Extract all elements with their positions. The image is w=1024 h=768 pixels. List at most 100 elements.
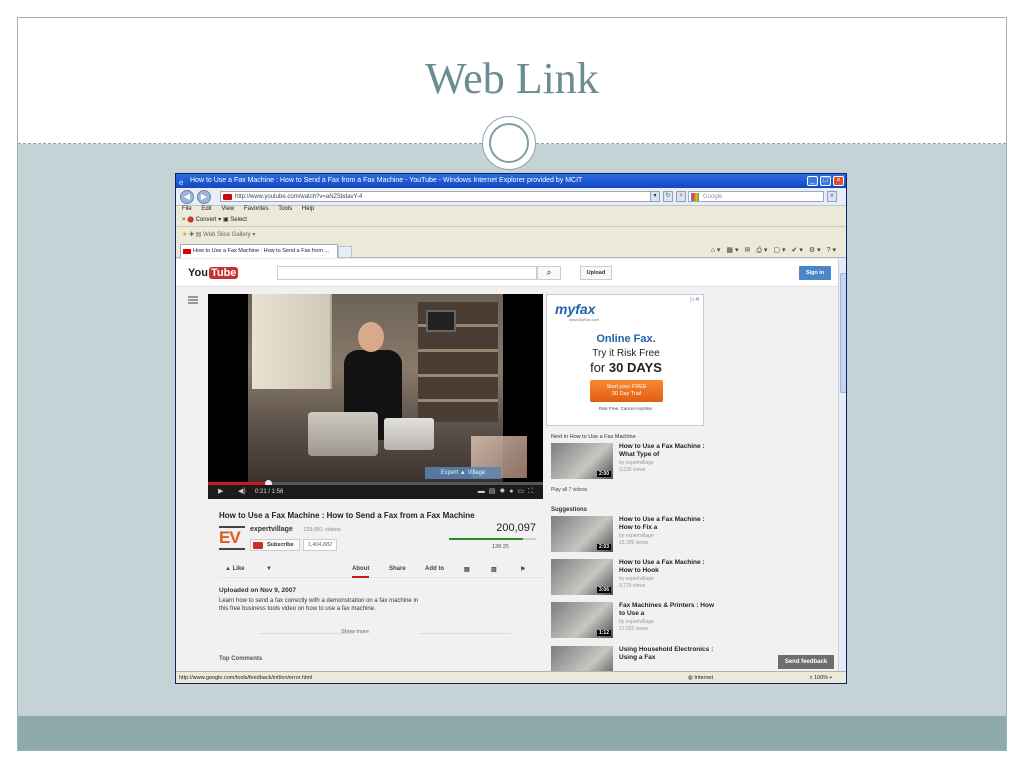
guide-menu-icon[interactable] <box>188 296 198 304</box>
tools-menu-icon[interactable]: ⚙▾ <box>809 247 823 254</box>
myfax-ad[interactable]: ▷✕ myfax www.MyFax.com Online Fax. Try i… <box>546 294 704 426</box>
stop-icon[interactable]: × <box>676 191 686 202</box>
ad-cta-button[interactable]: Start your FREE 30 Day Trial <box>590 380 663 402</box>
maximize-icon[interactable]: □ <box>820 176 831 186</box>
web-slice-dropdown-icon[interactable]: ▾ <box>252 232 255 238</box>
video-thumbnail <box>551 646 613 671</box>
minimize-icon[interactable]: _ <box>807 176 818 186</box>
suggestion-item[interactable]: 3:06 How to Use a Fax Machine : How to H… <box>551 559 721 597</box>
safety-menu-icon[interactable]: ✔▾ <box>791 247 804 254</box>
youtube-search-icon[interactable]: ⌕ <box>537 266 561 280</box>
video-duration: 1:12 <box>596 630 611 636</box>
close-toolbar-icon[interactable]: × <box>182 217 186 223</box>
player-right-controls: ▬▤✹●▭⛶ <box>478 485 537 499</box>
search-input[interactable]: Google <box>688 191 824 202</box>
browser-window: e How to Use a Fax Machine : How to Send… <box>175 173 847 684</box>
home-icon[interactable]: ⌂▾ <box>711 247 723 254</box>
video-thumbnail: 1:12 <box>551 602 613 638</box>
print-icon[interactable]: ⎙▾ <box>756 247 769 254</box>
address-input[interactable]: http://www.youtube.com/watch?v=aNZ5bdavY… <box>220 191 660 202</box>
back-icon[interactable]: ◀ <box>180 190 194 204</box>
dislike-icon[interactable]: ▼ <box>266 566 272 572</box>
ad-line-2: Try it Risk Free <box>592 348 660 359</box>
next-video-item[interactable]: 2:00 How to Use a Fax Machine : What Typ… <box>551 443 721 481</box>
favorites-bar: ★ ✚ ▤ Web Slice Gallery ▾ <box>176 229 846 241</box>
video-views: 17,652 views <box>619 626 649 632</box>
suggestion-item[interactable]: 1:12 Fax Machines & Printers : How to Us… <box>551 602 721 640</box>
new-tab-button[interactable] <box>338 246 352 258</box>
scrollbar-thumb[interactable] <box>840 273 846 393</box>
subscribe-button[interactable]: Subscribe <box>250 539 300 551</box>
menu-favorites[interactable]: Favorites <box>244 206 269 212</box>
video-views: 15,399 views <box>619 540 649 546</box>
dropdown-icon[interactable]: ▾ <box>650 191 660 202</box>
fullscreen-icon[interactable]: ⛶ <box>528 488 537 495</box>
scene-fax-machine <box>308 412 378 456</box>
subscribe-label: Subscribe <box>267 542 294 548</box>
upload-button[interactable]: Upload <box>580 266 612 280</box>
ad-close-icon[interactable]: ▷✕ <box>690 296 700 303</box>
video-channel: by expertvillage <box>619 619 654 625</box>
add-favorite-icon[interactable]: ✚ <box>189 232 194 238</box>
upload-date: Uploaded on Nov 9, 2007 <box>219 587 296 594</box>
mail-icon[interactable]: ✉ <box>744 247 752 254</box>
select-button[interactable]: Select <box>230 217 247 223</box>
suggestion-item[interactable]: Using Household Electronics : Using a Fa… <box>551 646 721 671</box>
sign-in-button[interactable]: Sign in <box>799 266 831 280</box>
ad-fine-print: Risk Free. Cancel Anytime. <box>598 406 654 411</box>
feeds-icon[interactable]: ▦▾ <box>726 247 740 254</box>
menu-file[interactable]: File <box>182 206 192 212</box>
statistics-icon[interactable]: ▥ <box>491 566 497 573</box>
forward-icon[interactable]: ▶ <box>197 190 211 204</box>
youtube-search-input[interactable] <box>277 266 537 280</box>
playlist-heading[interactable]: Next in How to Use a Fax Machine <box>551 434 636 440</box>
favorites-star-icon[interactable]: ★ <box>182 232 187 238</box>
show-more-button[interactable]: Show more <box>219 629 511 637</box>
search-icon[interactable]: ⌕ <box>827 191 837 202</box>
settings-icon[interactable]: ✹ <box>499 488 509 495</box>
tab-add-to[interactable]: Add to <box>425 566 444 572</box>
flag-icon[interactable]: ⚑ <box>520 566 525 573</box>
video-views: 9,729 views <box>619 583 646 589</box>
menu-view[interactable]: View <box>221 206 234 212</box>
tab-about[interactable]: About <box>352 566 370 578</box>
video-title: How to Use a Fax Machine : How to Send a… <box>219 511 475 520</box>
video-title-link: Fax Machines & Printers : How to Use a <box>619 602 714 617</box>
annotations-icon[interactable]: ▤ <box>489 488 500 495</box>
play-all-link[interactable]: Play all 7 videos <box>551 487 587 493</box>
time-display: 0:21 / 1:56 <box>255 489 284 495</box>
youtube-favicon-icon <box>223 194 232 200</box>
suggestion-item[interactable]: 2:03 How to Use a Fax Machine : How to F… <box>551 516 721 554</box>
theater-icon[interactable]: ▭ <box>517 488 528 495</box>
help-menu-icon[interactable]: ?▾ <box>827 247 838 254</box>
close-icon[interactable]: × <box>833 176 844 186</box>
menu-edit[interactable]: Edit <box>201 206 211 212</box>
channel-avatar[interactable]: EV <box>219 526 245 550</box>
transcript-icon[interactable]: ▤ <box>464 566 470 573</box>
volume-icon[interactable]: ◀) <box>238 485 246 499</box>
menu-help[interactable]: Help <box>302 206 314 212</box>
play-icon[interactable]: ▶ <box>218 485 223 499</box>
page-menu-icon[interactable]: ▢▾ <box>773 247 787 254</box>
tab-share[interactable]: Share <box>389 566 406 572</box>
send-feedback-button[interactable]: Send feedback <box>778 655 834 669</box>
expert-village-overlay[interactable]: Expert ▲ Village <box>425 467 501 479</box>
channel-name-link[interactable]: expertvillage <box>250 526 293 533</box>
web-slice-gallery-link[interactable]: Web Slice Gallery <box>203 232 251 238</box>
like-button[interactable]: ▲ Like <box>225 566 245 572</box>
convert-button[interactable]: Convert <box>196 217 217 223</box>
youtube-logo[interactable]: You Tube <box>188 267 239 279</box>
view-count: 200,097 <box>496 522 536 534</box>
captions-icon[interactable]: ▬ <box>478 488 489 495</box>
status-zone: ◍ Internet <box>688 672 713 683</box>
page-scrollbar[interactable] <box>838 259 846 671</box>
refresh-icon[interactable]: ↻ <box>663 191 673 202</box>
tab-youtube[interactable]: How to Use a Fax Machine : How to Send a… <box>180 244 338 258</box>
ad-line-3-prefix: for <box>590 360 609 375</box>
menu-tools[interactable]: Tools <box>278 206 292 212</box>
video-channel: by expertvillage <box>619 533 654 539</box>
zoom-control[interactable]: ⌕ 100% ▾ <box>809 672 832 683</box>
youtube-page: You Tube ⌕ Upload Sign in Expert ▲ Villa… <box>176 259 838 671</box>
video-player[interactable]: Expert ▲ Village ▶ ◀) 0:21 / 1:56 ▬▤✹●▭⛶ <box>208 294 543 499</box>
convert-dropdown-icon[interactable]: ▾ <box>218 217 221 223</box>
